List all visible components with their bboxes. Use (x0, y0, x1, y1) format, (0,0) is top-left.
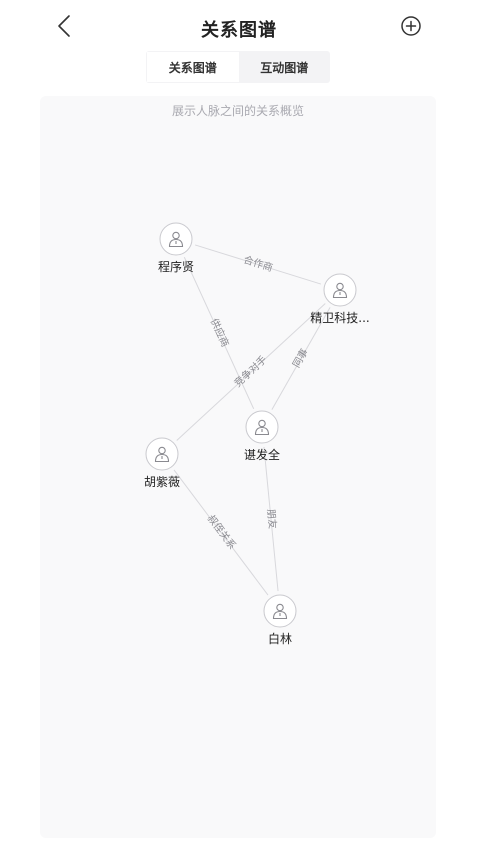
tab-relationship-graph[interactable]: 关系图谱 (147, 52, 239, 82)
edge-label: 叔侄关系 (205, 512, 239, 552)
graph-panel[interactable]: 展示人脉之间的关系概览 合作商 供应商 竞争对手 同事 朋友 叔侄关系 程序贤 精卫科技..… (40, 96, 436, 838)
graph-node-chenfaquan[interactable]: 谌发全 (244, 410, 280, 462)
node-name: 白林 (268, 631, 292, 646)
relationship-graph[interactable]: 合作商供应商竞争对手 同事朋友叔侄关系 程序贤精卫科技...胡紫薇谌发全白林 (40, 96, 436, 838)
graph-node-huziwei[interactable]: 胡紫薇 (144, 437, 180, 489)
graph-node-jingwei[interactable]: 精卫科技... (310, 273, 370, 325)
edge-label: 朋友 (265, 508, 280, 529)
node-name: 程序贤 (158, 259, 194, 274)
node-name: 谌发全 (244, 447, 280, 462)
node-name: 精卫科技... (310, 311, 369, 325)
relationship-graph-page: 关系图谱 关系图谱 互动图谱 展示人脉之间的关系概览 合作商 供应商 竞争对手 同事朋… (0, 0, 478, 850)
header: 关系图谱 (0, 0, 478, 56)
graph-node-chengxuxian[interactable]: 程序贤 (158, 222, 194, 274)
edge-label: 合作商 (242, 253, 275, 274)
edge-label: 供应商 (208, 316, 232, 349)
plus-circle-icon (401, 16, 421, 36)
tab-interaction-graph[interactable]: 互动图谱 (239, 51, 331, 83)
graph-node-bailin[interactable]: 白林 (263, 594, 297, 646)
node-name: 胡紫薇 (144, 475, 180, 489)
edge-label: 同事 (290, 346, 311, 370)
add-button[interactable] (399, 14, 423, 38)
graph-tabs: 关系图谱 互动图谱 (146, 51, 330, 83)
